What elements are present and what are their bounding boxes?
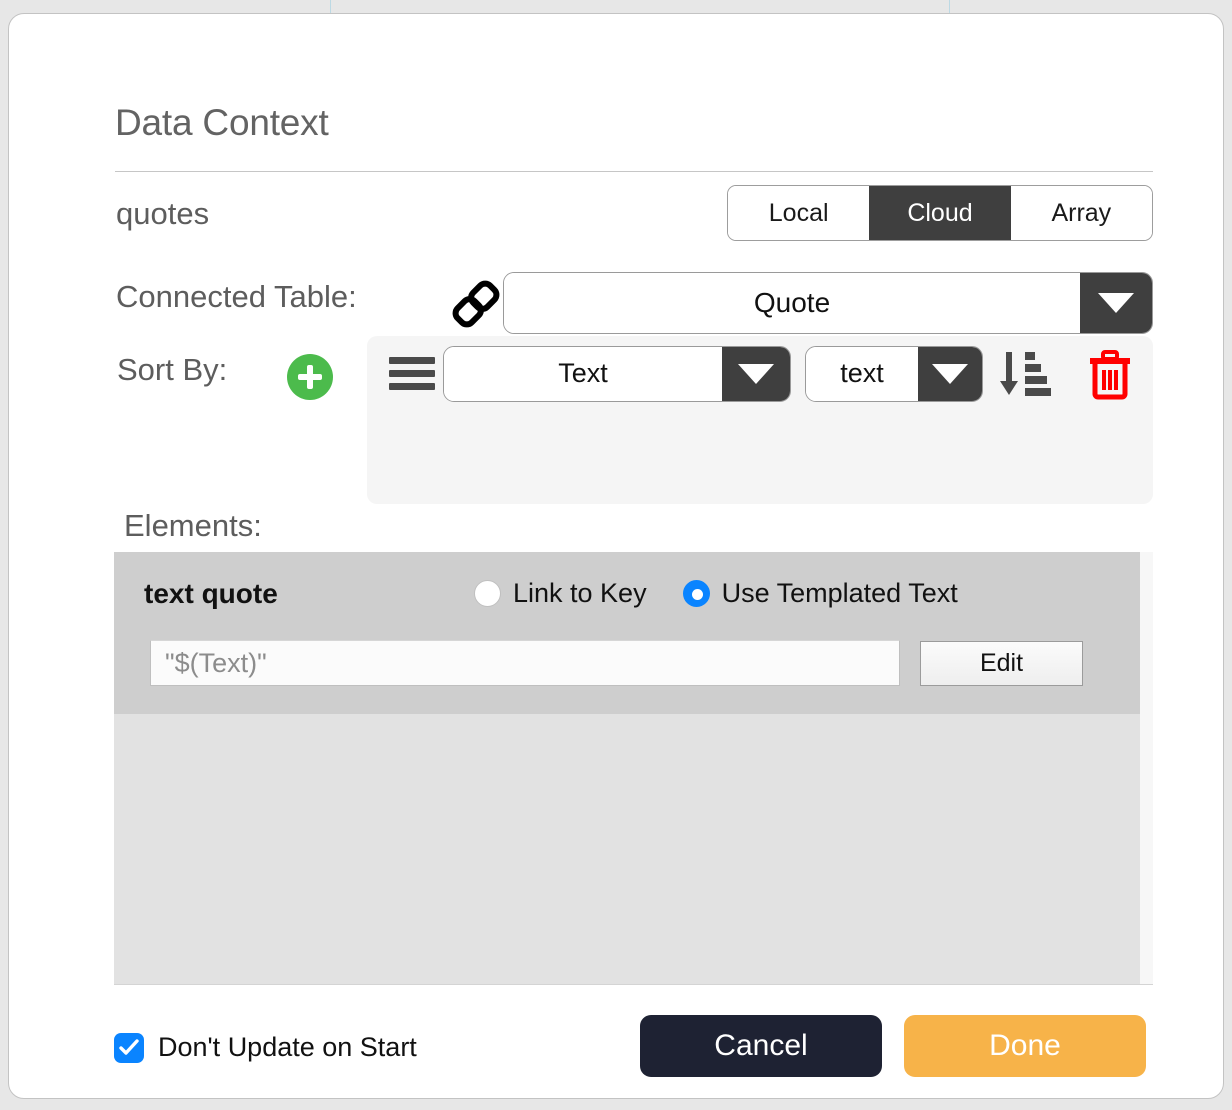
connected-table-value: Quote [504, 273, 1080, 333]
radio-link-to-key-label: Link to Key [513, 578, 647, 608]
dont-update-on-start-label: Don't Update on Start [158, 1032, 417, 1062]
dont-update-on-start-checkbox[interactable]: Don't Update on Start [114, 1032, 417, 1063]
background-guide-line-left [330, 0, 331, 14]
footer-divider [114, 984, 1153, 985]
title-divider [115, 171, 1153, 172]
sort-key-value: text [806, 346, 918, 401]
chevron-down-icon[interactable] [1080, 273, 1152, 333]
connected-table-dropdown[interactable]: Quote [503, 272, 1153, 334]
sort-rules-panel: Text text [367, 336, 1153, 504]
drag-handle-icon[interactable] [389, 357, 435, 390]
background-guide-line-right [949, 0, 950, 14]
sort-key-dropdown-body[interactable]: text [805, 345, 983, 402]
cancel-button[interactable]: Cancel [640, 1015, 882, 1077]
edit-template-button[interactable]: Edit [920, 640, 1083, 686]
chevron-down-icon[interactable] [918, 346, 982, 401]
tab-array[interactable]: Array [1010, 186, 1152, 240]
template-row: "$(Text)" Edit [150, 640, 1083, 686]
element-name: text quote [144, 578, 278, 609]
sort-field-dropdown-body[interactable]: Text [443, 345, 791, 402]
radio-selected-icon [682, 580, 710, 607]
sort-by-label: Sort By: [117, 352, 228, 387]
sort-field-dropdown[interactable]: Text [443, 345, 791, 402]
sort-rule-row: Text text [367, 336, 1153, 411]
elements-label: Elements: [124, 508, 262, 543]
context-name-label: quotes [116, 196, 210, 231]
tab-cloud[interactable]: Cloud [869, 186, 1011, 240]
add-sort-rule-button[interactable] [287, 354, 333, 400]
radio-use-templated-text-label: Use Templated Text [721, 578, 958, 608]
delete-sort-rule-icon[interactable] [1087, 348, 1133, 400]
sort-descending-icon[interactable] [997, 348, 1051, 400]
done-button[interactable]: Done [904, 1015, 1146, 1077]
sort-field-value: Text [444, 346, 722, 401]
element-row: text quote Link to Key Use Templated Tex… [114, 552, 1140, 714]
checkbox-checked-icon [114, 1032, 144, 1063]
radio-use-templated-text[interactable]: Use Templated Text [682, 578, 958, 609]
elements-list: text quote Link to Key Use Templated Tex… [114, 552, 1153, 984]
connected-table-dropdown-body[interactable]: Quote [503, 272, 1153, 334]
element-mode-radio-group: Link to Key Use Templated Text [474, 578, 958, 609]
source-type-segmented-control[interactable]: Local Cloud Array [727, 185, 1153, 241]
template-text-input[interactable]: "$(Text)" [150, 640, 900, 686]
elements-scrollbar[interactable] [1140, 552, 1153, 984]
screen-root: Data Context quotes Local Cloud Array Co… [0, 0, 1232, 1110]
dialog-content: Data Context quotes Local Cloud Array Co… [9, 14, 1223, 1098]
chevron-down-icon[interactable] [722, 346, 790, 401]
chain-link-icon [447, 276, 505, 332]
page-title: Data Context [115, 102, 329, 143]
connected-table-label: Connected Table: [116, 279, 357, 314]
radio-link-to-key[interactable]: Link to Key [474, 578, 647, 609]
radio-unselected-icon [474, 580, 501, 607]
data-context-dialog: Data Context quotes Local Cloud Array Co… [8, 13, 1224, 1099]
tab-local[interactable]: Local [728, 186, 870, 240]
sort-key-dropdown[interactable]: text [805, 345, 983, 402]
